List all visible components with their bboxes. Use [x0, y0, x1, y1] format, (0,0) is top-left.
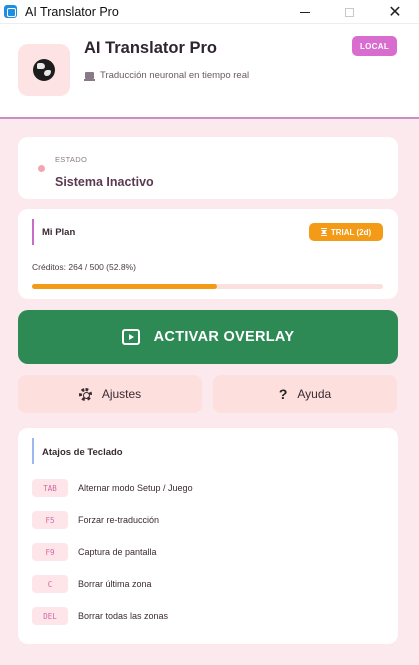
minimize-button[interactable]: [282, 0, 328, 24]
trial-badge-label: TRIAL (2d): [330, 227, 372, 237]
status-card: ESTADO Sistema Inactivo: [18, 137, 398, 199]
window-titlebar: AI Translator Pro ✕: [0, 0, 419, 24]
gear-icon: [78, 387, 92, 401]
app-logo: [18, 44, 70, 96]
close-button[interactable]: ✕: [372, 0, 418, 24]
shortcut-desc: Forzar re-traducción: [78, 515, 160, 525]
app-window-icon: [4, 5, 17, 18]
shortcut-row: F9 Captura de pantalla: [32, 543, 157, 561]
shortcut-row: F5 Forzar re-traducción: [32, 511, 159, 529]
status-dot-icon: [38, 165, 45, 172]
shortcut-key: C: [32, 575, 68, 593]
plan-accent-bar: [32, 219, 34, 245]
app-header: AI Translator Pro Traducción neuronal en…: [0, 24, 419, 119]
question-icon: ?: [278, 386, 288, 402]
activate-overlay-button[interactable]: ACTIVAR OVERLAY: [18, 310, 398, 364]
shortcuts-card: Atajos de Teclado TAB Alternar modo Setu…: [18, 428, 398, 644]
shortcut-desc: Borrar última zona: [78, 579, 152, 589]
shortcuts-accent-bar: [32, 438, 34, 464]
shortcut-row: DEL Borrar todas las zonas: [32, 607, 168, 625]
status-label: ESTADO: [55, 155, 88, 164]
globe-icon: [33, 59, 55, 81]
shortcut-row: TAB Alternar modo Setup / Juego: [32, 479, 193, 497]
help-button[interactable]: ? Ayuda: [213, 375, 397, 413]
app-subtitle: Traducción neuronal en tiempo real: [84, 70, 250, 81]
settings-button[interactable]: Ajustes: [18, 375, 202, 413]
shortcut-desc: Borrar todas las zonas: [78, 611, 169, 621]
help-label: Ayuda: [297, 387, 332, 401]
play-icon: [121, 329, 140, 345]
plan-card: Mi Plan TRIAL (2d) Créditos: 264 / 500 (…: [18, 209, 398, 299]
maximize-button[interactable]: [326, 0, 372, 24]
credits-text: Créditos: 264 / 500 (52.8%): [32, 262, 136, 272]
maximize-icon: [344, 7, 354, 17]
status-value: Sistema Inactivo: [55, 175, 154, 189]
shortcut-key: DEL: [32, 607, 68, 625]
plan-title: Mi Plan: [42, 227, 76, 238]
hourglass-icon: [320, 228, 327, 236]
activate-overlay-label: ACTIVAR OVERLAY: [153, 329, 295, 345]
local-badge: LOCAL: [352, 36, 397, 56]
shortcut-desc: Captura de pantalla: [78, 547, 157, 557]
credits-progress-fill: [32, 284, 218, 289]
shortcut-key: F5: [32, 511, 68, 529]
laptop-icon: [84, 72, 95, 81]
trial-badge: TRIAL (2d): [309, 223, 383, 241]
close-icon: ✕: [388, 4, 402, 21]
minimize-icon: [300, 11, 310, 13]
shortcut-key: F9: [32, 543, 68, 561]
shortcuts-title: Atajos de Teclado: [42, 447, 123, 458]
subtitle-text: Traducción neuronal en tiempo real: [100, 70, 250, 81]
settings-label: Ajustes: [101, 387, 142, 401]
credits-progress-bar: [32, 284, 383, 289]
app-name: AI Translator Pro: [84, 39, 217, 57]
shortcut-desc: Alternar modo Setup / Juego: [78, 483, 193, 493]
shortcut-key: TAB: [32, 479, 68, 497]
shortcut-row: C Borrar última zona: [32, 575, 152, 593]
window-title: AI Translator Pro: [25, 4, 119, 19]
